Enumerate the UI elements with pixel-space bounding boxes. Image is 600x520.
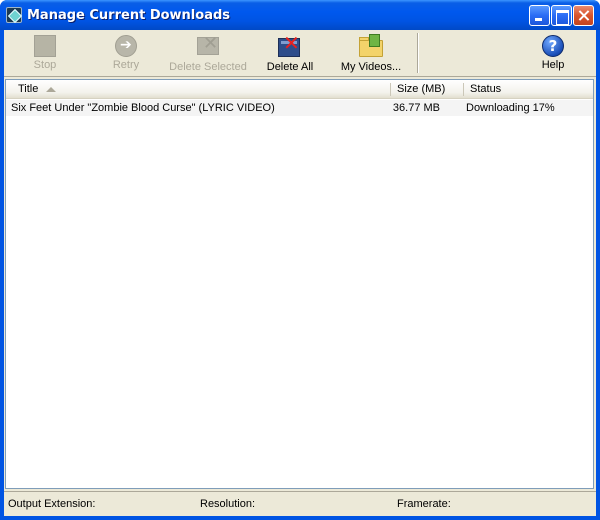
sort-ascending-icon [46, 86, 57, 92]
delete-selected-button[interactable]: ✕ Delete Selected [168, 33, 248, 75]
table-row[interactable]: Six Feet Under "Zombie Blood Curse" (LYR… [6, 100, 593, 116]
list-header: Title Size (MB) Status [6, 80, 593, 99]
folder-video-icon [358, 33, 384, 59]
downloads-list[interactable]: Title Size (MB) Status Six Feet Under "Z… [5, 79, 594, 489]
retry-label: Retry [112, 59, 140, 71]
maximize-button[interactable] [551, 5, 572, 26]
delete-selected-label: Delete Selected [169, 61, 247, 73]
toolbar-separator [417, 33, 419, 73]
help-button[interactable]: Help [540, 33, 566, 75]
downloads-window: Manage Current Downloads Stop Retry ✕ De… [0, 0, 600, 520]
help-label: Help [541, 59, 565, 71]
my-videos-button[interactable]: My Videos... [340, 33, 402, 75]
delete-all-button[interactable]: ✕ Delete All [266, 31, 314, 75]
output-extension-label: Output Extension: [8, 498, 96, 510]
retry-button[interactable]: Retry [108, 33, 144, 75]
my-videos-label: My Videos... [340, 61, 402, 73]
row-status: Downloading 17% [466, 102, 555, 114]
status-bar: Output Extension: Resolution: Framerate: [4, 491, 596, 516]
window-title: Manage Current Downloads [27, 8, 231, 23]
column-header-status[interactable]: Status [464, 80, 593, 98]
resolution-label: Resolution: [200, 498, 256, 510]
framerate-label: Framerate: [397, 498, 451, 510]
minimize-button[interactable] [529, 5, 550, 26]
stop-button[interactable]: Stop [28, 33, 62, 75]
row-title: Six Feet Under "Zombie Blood Curse" (LYR… [11, 102, 275, 114]
title-bar[interactable]: Manage Current Downloads [0, 0, 600, 30]
toolbar: Stop Retry ✕ Delete Selected ✕ Delete Al… [4, 30, 596, 77]
stop-icon [34, 35, 56, 57]
row-size: 36.77 MB [392, 102, 440, 114]
app-icon[interactable] [6, 7, 22, 23]
delete-selected-icon: ✕ [195, 33, 221, 59]
delete-all-label: Delete All [266, 61, 314, 73]
delete-all-icon: ✕ [277, 31, 303, 59]
close-button[interactable] [573, 5, 594, 26]
window-client-area: Stop Retry ✕ Delete Selected ✕ Delete Al… [4, 30, 596, 516]
stop-label: Stop [33, 59, 57, 71]
column-header-title[interactable]: Title [12, 80, 390, 98]
column-header-size[interactable]: Size (MB) [391, 80, 463, 98]
help-icon [542, 35, 564, 57]
retry-icon [115, 35, 137, 57]
